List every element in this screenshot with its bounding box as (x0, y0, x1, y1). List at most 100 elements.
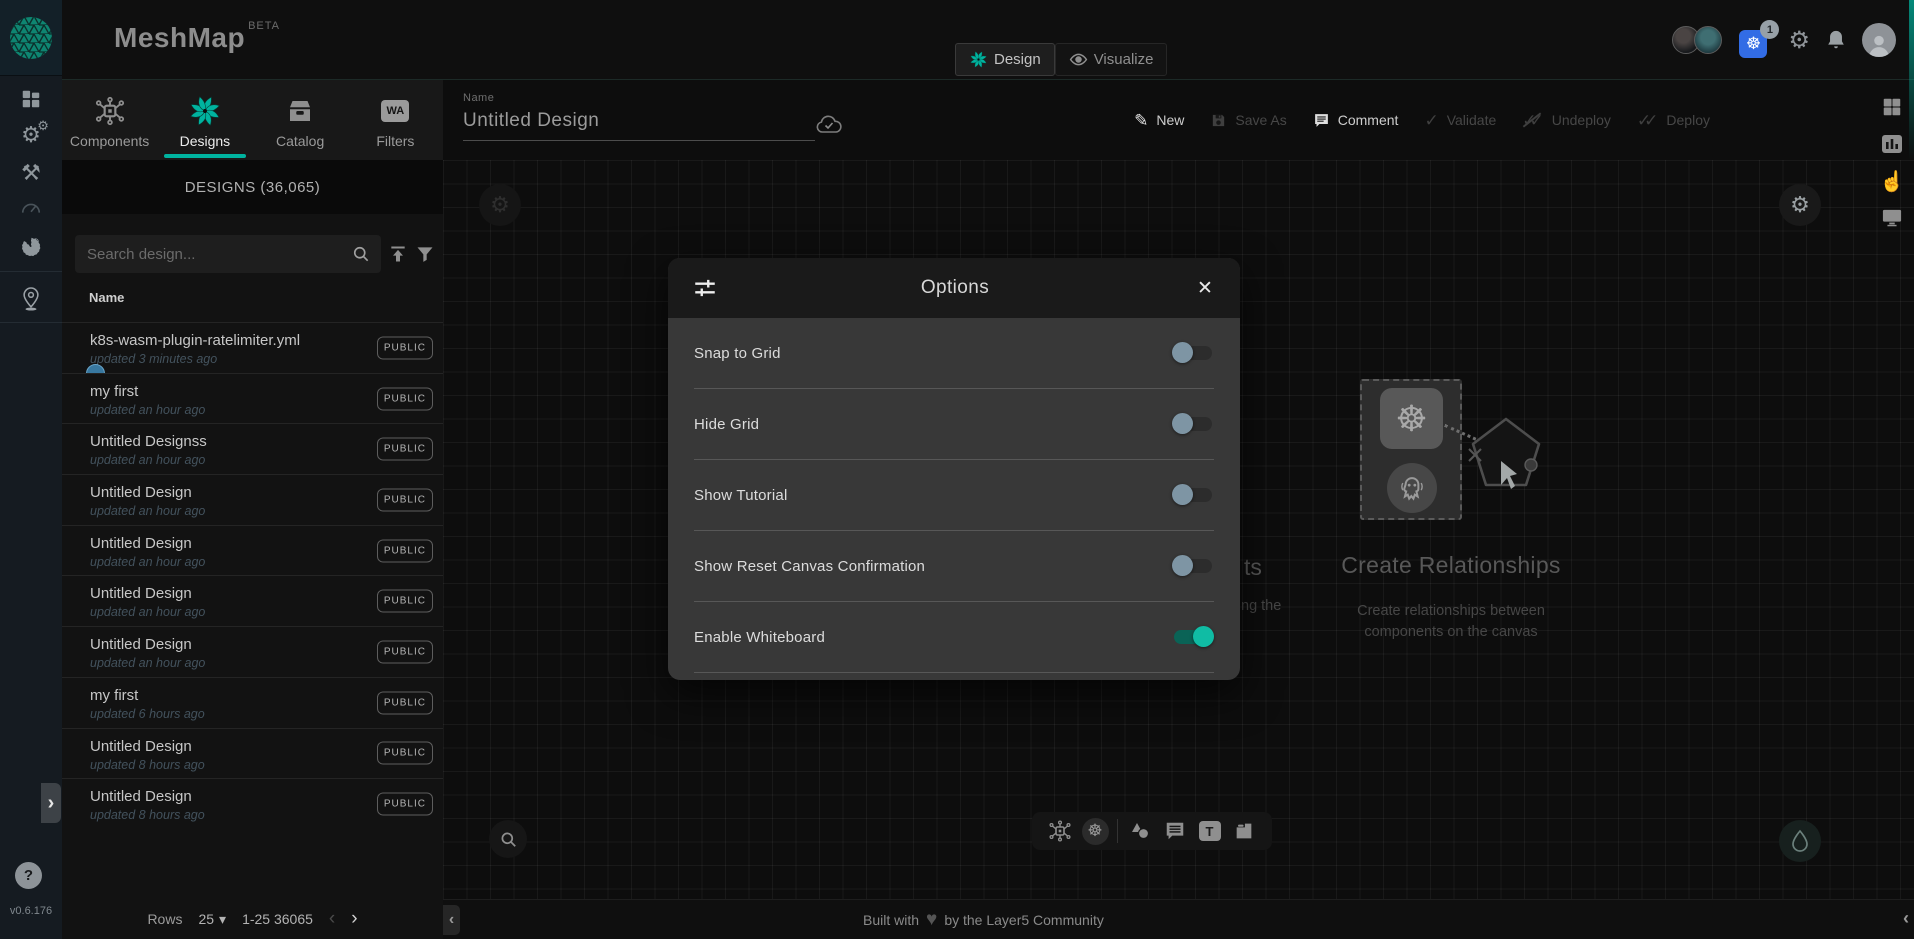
gear-icon: ⚙ (490, 192, 510, 218)
bell-icon (1825, 28, 1847, 52)
toggle-reset-canvas-confirmation[interactable] (1174, 559, 1212, 573)
collapse-right-panel-button[interactable]: ‹ (1903, 908, 1909, 929)
media-icon (1233, 820, 1255, 842)
header-actions: ☸ 1 ⚙ (1672, 0, 1896, 80)
new-button[interactable]: ✎ New (1134, 112, 1184, 129)
touch-hand-icon: ☝ (1880, 169, 1905, 194)
list-pagination: Rows 25 ▾ 1-25 36065 ‹ › (62, 899, 443, 939)
next-page-button[interactable]: › (351, 908, 357, 930)
sidebar-item-configuration[interactable]: ⚒ (0, 158, 62, 188)
toggle-show-tutorial[interactable] (1174, 488, 1212, 502)
collaborator-avatars (1672, 26, 1724, 54)
text-tool-icon: T (1199, 821, 1221, 841)
bar-chart-icon (1880, 132, 1904, 156)
options-modal-header: Options ✕ (668, 258, 1240, 318)
visibility-badge: PUBLIC (377, 488, 433, 511)
shapes-tool[interactable] (1127, 818, 1153, 844)
add-component-tool[interactable] (1047, 818, 1073, 844)
previous-page-button[interactable]: ‹ (329, 908, 335, 930)
double-check-icon: ✓✓ (1637, 112, 1659, 129)
panel-tabs: Components Designs Catalog (62, 80, 443, 160)
help-button[interactable]: ? (15, 862, 42, 889)
tab-design[interactable]: Design (955, 43, 1055, 76)
page-size-select[interactable]: 25 ▾ (198, 911, 226, 928)
app-header: MeshMapBETA Design Visualize ☸ 1 (62, 0, 1914, 80)
name-field-label: Name (463, 92, 815, 104)
toggle-enable-whiteboard[interactable] (1174, 630, 1212, 644)
undeploy-button[interactable]: ✓✓ Undeploy (1522, 112, 1611, 129)
design-row[interactable]: my first updated an hour ago PUBLIC (62, 373, 443, 424)
close-modal-button[interactable]: ✕ (1192, 277, 1218, 300)
views-button[interactable] (1879, 94, 1905, 120)
sidebar-item-extensions[interactable] (0, 232, 62, 262)
toggle-hide-grid[interactable] (1174, 417, 1212, 431)
design-name-input[interactable] (463, 110, 815, 141)
search-icon[interactable] (351, 244, 371, 264)
design-row[interactable]: Untitled Design updated an hour ago PUBL… (62, 525, 443, 576)
toggle-snap-to-grid[interactable] (1174, 346, 1212, 360)
design-row[interactable]: Untitled Design updated an hour ago PUBL… (62, 626, 443, 677)
pencil-icon: ✎ (1134, 112, 1148, 129)
text-tool[interactable]: T (1197, 818, 1223, 844)
design-row[interactable]: my first updated 6 hours ago PUBLIC (62, 677, 443, 728)
tab-components[interactable]: Components (62, 80, 157, 160)
validate-button[interactable]: ✓ Validate (1424, 112, 1496, 129)
chip-icon (1048, 819, 1072, 843)
tab-filters[interactable]: WA Filters (348, 80, 443, 160)
location-pin-icon (20, 286, 42, 312)
collaborator-avatar[interactable] (1694, 26, 1722, 54)
sidebar-item-dashboard[interactable] (0, 84, 62, 114)
design-row[interactable]: Untitled Design updated 8 hours ago PUBL… (62, 728, 443, 779)
sidebar-item-lifecycle[interactable]: ⚙ ⚙ (0, 120, 62, 150)
visibility-badge: PUBLIC (377, 539, 433, 562)
layer5-logo[interactable] (0, 0, 62, 76)
designs-count-header: DESIGNS (36,065) (62, 160, 443, 214)
design-row[interactable]: Untitled Design updated an hour ago PUBL… (62, 474, 443, 525)
meshmap-app: ⚙ ⚙ ⚒ › (0, 0, 1914, 939)
display-button[interactable] (1879, 205, 1905, 231)
person-icon (1866, 33, 1892, 57)
design-row[interactable]: k8s-wasm-plugin-ratelimiter.yml updated … (62, 322, 443, 373)
canvas-settings-dim-button[interactable]: ⚙ (479, 184, 521, 226)
catalog-icon (285, 93, 315, 129)
rail-expand-button[interactable]: › (41, 783, 61, 823)
user-avatar[interactable] (1862, 23, 1896, 57)
design-row[interactable]: Untitled Design updated an hour ago PUBL… (62, 575, 443, 626)
gear-icon: ⚙ (1790, 192, 1810, 218)
notifications-button[interactable] (1825, 28, 1847, 52)
drop-pin-button[interactable] (1779, 820, 1821, 862)
canvas-toolbar: ✎ New Save As Co (1134, 80, 1710, 160)
tab-visualize[interactable]: Visualize (1055, 43, 1168, 76)
filter-button[interactable] (414, 243, 436, 265)
tab-catalog[interactable]: Catalog (253, 80, 348, 160)
context-count-badge: 1 (1760, 20, 1779, 39)
cloud-saved-icon (815, 114, 843, 141)
design-row[interactable]: Untitled Design updated 8 hours ago PUBL… (62, 778, 443, 829)
comment-icon (1164, 820, 1186, 842)
interaction-mode-button[interactable]: ☝ (1879, 168, 1905, 194)
save-as-button[interactable]: Save As (1210, 112, 1286, 129)
kubernetes-tool[interactable]: ☸ (1082, 818, 1109, 845)
import-design-button[interactable] (387, 243, 409, 265)
sidebar-item-performance[interactable] (0, 194, 62, 224)
design-row[interactable]: Untitled Designss updated an hour ago PU… (62, 423, 443, 474)
gears-icon: ⚙ ⚙ (21, 122, 41, 148)
settings-button[interactable]: ⚙ (1788, 26, 1810, 55)
analytics-button[interactable] (1879, 131, 1905, 157)
canvas-footer: ‹ Built with ♥ by the Layer5 Community ‹ (443, 899, 1914, 939)
zoom-button[interactable] (489, 820, 527, 858)
canvas-config-button[interactable]: ⚙ (1779, 184, 1821, 226)
rail-divider (0, 271, 62, 272)
comment-tool[interactable] (1162, 818, 1188, 844)
collapse-left-panel-button[interactable]: ‹ (443, 905, 460, 935)
deploy-button[interactable]: ✓✓ Deploy (1637, 112, 1710, 129)
sidebar-item-meshmap[interactable] (0, 284, 62, 314)
option-row-show-tutorial: Show Tutorial (694, 460, 1214, 531)
right-edge-accent (1909, 0, 1914, 160)
comment-button[interactable]: Comment (1313, 112, 1399, 129)
pie-mesh-icon (20, 236, 42, 258)
tab-designs[interactable]: Designs (157, 80, 252, 160)
media-tool[interactable] (1231, 818, 1257, 844)
kubernetes-context-switcher[interactable]: ☸ 1 (1739, 20, 1773, 60)
search-input[interactable] (75, 246, 351, 263)
